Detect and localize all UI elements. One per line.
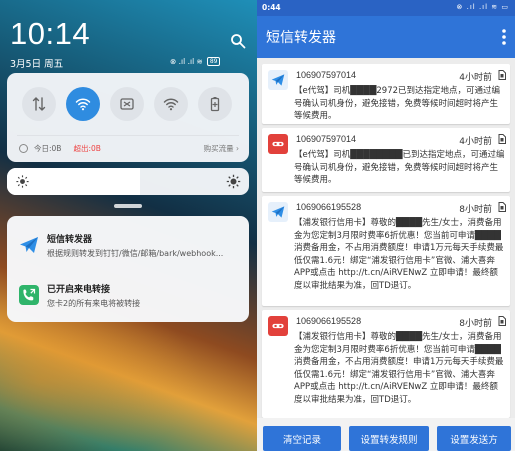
message-sender: 1069066195528 (296, 202, 362, 212)
data-transfer-tile[interactable] (22, 87, 56, 121)
dingtalk-icon (268, 316, 288, 336)
message-item[interactable]: 1069066195528 8小时前 【浦发银行信用卡】尊敬的████先生/女士… (262, 310, 510, 418)
battery-saver-icon (210, 97, 220, 112)
hotspot-icon (163, 98, 179, 111)
notification-title: 短信转发器 (47, 235, 93, 245)
notification-sms-forwarder[interactable]: 短信转发器 根据规则转发到钉钉/微信/邮箱/bark/webhook... (7, 220, 249, 270)
paper-plane-icon (20, 237, 38, 253)
status-bar: 0:44 ⊗ .ıl .ıl ≋ ▭ (257, 0, 515, 16)
sms-forwarder-app: 0:44 ⊗ .ıl .ıl ≋ ▭ 短信转发器 106907597014 4小… (257, 0, 515, 451)
message-time: 8小时前 (459, 205, 492, 215)
shade-status-icons: ⊗ .ıl .ıl ≋ 89 (170, 57, 221, 66)
dingtalk-icon (268, 134, 288, 154)
message-list[interactable]: 106907597014 4小时前 【e代驾】司机████2972已到达指定地点… (257, 58, 515, 418)
hotspot-tile[interactable] (154, 87, 188, 121)
bottom-actions: 清空记录 设置转发规则 设置发送方 (257, 418, 515, 451)
brightness-high-icon (226, 174, 241, 189)
signal-icons: ⊗ .ıl .ıl ≋ (170, 57, 203, 66)
message-body: 【e代驾】司机████████已到达指定地点，可通过编号确认司机身份，避免接错，… (294, 150, 505, 185)
today-usage: 今日:0B (34, 143, 62, 153)
status-time: 0:44 (262, 3, 281, 12)
battery-saver-tile[interactable] (198, 87, 232, 121)
sim-card-icon (498, 316, 506, 326)
notification-panel: 短信转发器 根据规则转发到钉钉/微信/邮箱/bark/webhook... 已开… (7, 216, 249, 322)
data-usage-row: 今日:0B 超出:0B 购买流量 › (19, 141, 239, 155)
search-icon[interactable] (230, 33, 246, 49)
notification-title: 已开启来电转接 (47, 285, 111, 295)
sender-settings-button[interactable]: 设置发送方 (437, 426, 511, 451)
paper-plane-icon (268, 202, 288, 222)
data-transfer-icon (32, 97, 46, 111)
buy-data-link[interactable]: 购买流量 › (204, 143, 239, 154)
screenshot-icon (120, 98, 134, 110)
message-item[interactable]: 106907597014 4小时前 【e代驾】司机████████已到达指定地点… (262, 128, 510, 192)
message-body: 【e代驾】司机████2972已到达指定地点，可通过编号确认司机身份，避免接错，… (294, 86, 501, 121)
sim-card-icon (498, 202, 506, 212)
phone-forward-icon (19, 285, 39, 305)
exceeded-usage: 超出:0B (73, 143, 101, 153)
message-sender: 106907597014 (296, 134, 357, 144)
status-icons: ⊗ .ıl .ıl ≋ ▭ (456, 3, 509, 11)
brightness-low-icon (16, 175, 29, 188)
screenshot-tile[interactable] (110, 87, 144, 121)
app-bar: 短信转发器 (257, 16, 515, 58)
notification-text: 根据规则转发到钉钉/微信/邮箱/bark/webhook... (47, 249, 224, 258)
message-sender: 1069066195528 (296, 316, 362, 326)
divider (17, 135, 239, 136)
brightness-slider[interactable] (7, 168, 249, 195)
clear-records-button[interactable]: 清空记录 (263, 426, 341, 451)
notification-call-forwarding[interactable]: 已开启来电转接 您卡2的所有来电将被转接 (7, 270, 249, 320)
message-time: 4小时前 (459, 137, 492, 147)
more-options-icon[interactable] (501, 28, 507, 46)
message-item[interactable]: 106907597014 4小时前 【e代驾】司机████2972已到达指定地点… (262, 64, 510, 124)
message-item[interactable]: 1069066195528 8小时前 【浦发银行信用卡】尊敬的████先生/女士… (262, 196, 510, 306)
sim-card-icon (498, 70, 506, 80)
message-body: 【浦发银行信用卡】尊敬的████先生/女士，消费备用金为您定制3月限时费率6折优… (294, 332, 504, 405)
notification-shade: 10:14 3月5日 周五 ⊗ .ıl .ıl ≋ 89 今日:0B 超出:0B… (0, 0, 257, 451)
data-usage-icon (19, 143, 28, 153)
forward-rules-button[interactable]: 设置转发规则 (349, 426, 429, 451)
wifi-icon (75, 98, 91, 111)
shade-clock: 10:14 (10, 16, 91, 51)
shade-date: 3月5日 周五 (10, 59, 64, 70)
message-time: 4小时前 (459, 73, 492, 83)
message-sender: 106907597014 (296, 70, 357, 80)
paper-plane-icon (268, 70, 288, 90)
message-time: 8小时前 (459, 319, 492, 329)
app-title: 短信转发器 (266, 30, 336, 46)
wifi-tile[interactable] (66, 87, 100, 121)
shade-handle[interactable] (114, 204, 142, 208)
quick-settings-panel: 今日:0B 超出:0B 购买流量 › (7, 73, 249, 162)
battery-icon: 89 (206, 57, 221, 66)
message-body: 【浦发银行信用卡】尊敬的████先生/女士，消费备用金为您定制3月限时费率6折优… (294, 218, 504, 291)
notification-text: 您卡2的所有来电将被转接 (47, 299, 141, 308)
sim-card-icon (498, 134, 506, 144)
